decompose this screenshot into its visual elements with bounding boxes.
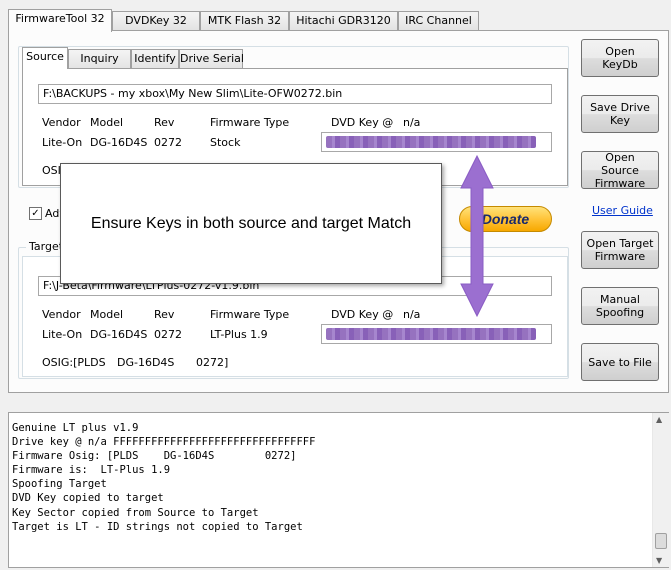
double-arrow-annotation (460, 154, 494, 318)
source-keyloc: n/a (403, 116, 421, 129)
source-tab-strip: Source Inquiry Identify Drive Serial (22, 47, 244, 69)
log-line: Drive key @ n/a FFFFFFFFFFFFFFFFFFFFFFFF… (12, 436, 316, 449)
log-line: Firmware Osig: [PLDS DG-16D4S 0272] (12, 450, 297, 463)
save-drive-key-button[interactable]: Save Drive Key (581, 95, 659, 133)
tab-firmwaretool[interactable]: FirmwareTool 32 (8, 9, 112, 32)
tab-inquiry[interactable]: Inquiry (68, 49, 131, 68)
source-model-value: DG-16D4S (90, 136, 148, 149)
source-dvdkey-header: DVD Key @ (331, 116, 394, 129)
target-model-value: DG-16D4S (90, 328, 148, 341)
target-fwtype-value: LT-Plus 1.9 (210, 328, 268, 341)
target-rev-header: Rev (154, 308, 175, 321)
source-vendor-value: Lite-On (42, 136, 83, 149)
manual-spoofing-button[interactable]: Manual Spoofing (581, 287, 659, 325)
log-line: Genuine LT plus v1.9 (12, 422, 139, 434)
tab-irc-channel[interactable]: IRC Channel (398, 11, 479, 31)
source-model-header: Model (90, 116, 124, 129)
target-vendor-header: Vendor (42, 308, 81, 321)
user-guide-link[interactable]: User Guide (592, 204, 653, 217)
target-vendor-value: Lite-On (42, 328, 83, 341)
tab-source[interactable]: Source (22, 47, 68, 69)
save-to-file-button[interactable]: Save to File (581, 343, 659, 381)
log-output[interactable]: Genuine LT plus v1.9 Drive key @ n/a FFFF… (8, 412, 669, 568)
tab-identify[interactable]: Identify (131, 49, 179, 68)
target-dvdkey-header: DVD Key @ (331, 308, 394, 321)
tab-drive-serial[interactable]: Drive Serial (179, 49, 244, 68)
scroll-down-icon[interactable]: ▼ (656, 556, 662, 565)
source-path-field[interactable]: F:\BACKUPS - my xbox\My New Slim\Lite-OF… (38, 84, 552, 104)
target-osig-c: 0272] (196, 356, 229, 369)
redacted-key-mark (326, 136, 536, 148)
scroll-up-icon[interactable]: ▲ (656, 415, 662, 424)
target-osig-a: OSIG:[PLDS (42, 356, 106, 369)
log-line: DVD Key copied to target (12, 492, 164, 505)
source-rev-header: Rev (154, 116, 175, 129)
source-dvdkey-field[interactable] (321, 132, 552, 152)
target-model-header: Model (90, 308, 124, 321)
tab-dvdkey[interactable]: DVDKey 32 (112, 11, 200, 31)
redacted-key-mark (326, 328, 536, 340)
target-keyloc: n/a (403, 308, 421, 321)
open-target-firmware-button[interactable]: Open Target Firmware (581, 231, 659, 269)
source-rev-value: 0272 (154, 136, 182, 149)
source-fwtype-header: Firmware Type (210, 116, 290, 129)
target-osig-b: DG-16D4S (117, 356, 175, 369)
target-rev-value: 0272 (154, 328, 182, 341)
advanced-checkbox[interactable]: ✓ (29, 207, 42, 220)
scroll-thumb[interactable] (655, 533, 667, 549)
source-vendor-header: Vendor (42, 116, 81, 129)
tab-hitachi[interactable]: Hitachi GDR3120 (289, 11, 398, 31)
source-fwtype-value: Stock (210, 136, 241, 149)
tab-mtk-flash[interactable]: MTK Flash 32 (200, 11, 289, 31)
log-line: Spoofing Target (12, 478, 107, 491)
log-line: Key Sector copied from Source to Target (12, 506, 259, 519)
target-dvdkey-field[interactable] (321, 324, 552, 344)
log-scrollbar[interactable]: ▲ ▼ (652, 413, 669, 567)
annotation-callout: Ensure Keys in both source and target Ma… (60, 163, 442, 284)
open-keydb-button[interactable]: Open KeyDb (581, 39, 659, 77)
log-line: Firmware is: LT-Plus 1.9 (12, 464, 171, 477)
target-fwtype-header: Firmware Type (210, 308, 290, 321)
log-line: Target is LT - ID strings not copied to … (12, 520, 303, 533)
callout-text: Ensure Keys in both source and target Ma… (90, 214, 412, 232)
open-source-firmware-button[interactable]: Open Source Firmware (581, 151, 659, 190)
